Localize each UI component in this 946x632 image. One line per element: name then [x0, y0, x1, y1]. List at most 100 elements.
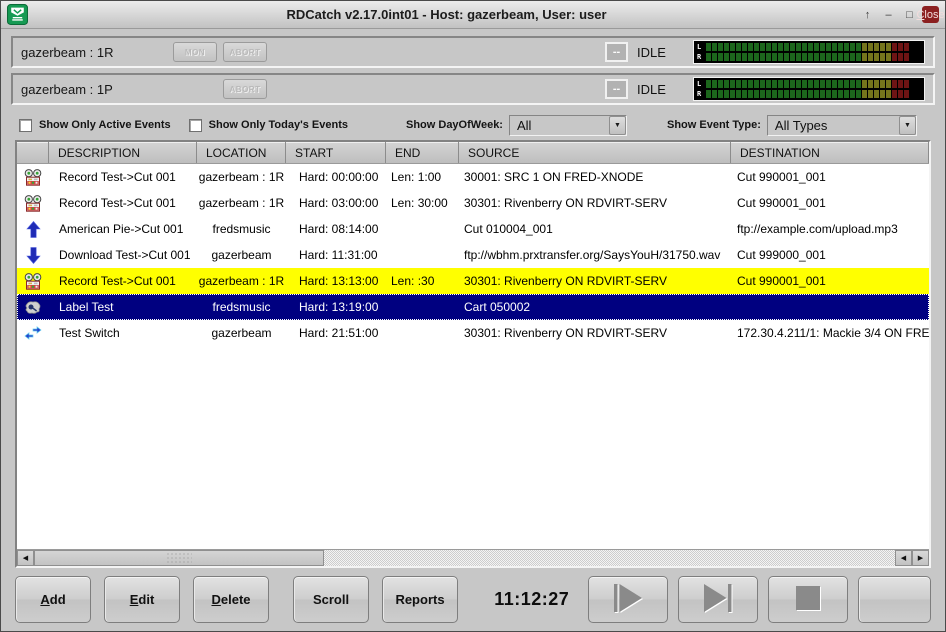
event-location-cell: gazerbeam : 1R	[197, 170, 286, 184]
event-start-cell: Hard: 13:19:00	[286, 300, 386, 314]
column-header-description[interactable]: DESCRIPTION	[49, 142, 197, 163]
meter-segment	[898, 80, 903, 88]
meter-segment	[730, 90, 735, 98]
shade-button[interactable]: ↑	[859, 6, 876, 23]
meter-segment	[856, 80, 861, 88]
deck-monitor-button[interactable]: MON	[173, 42, 217, 62]
meter-segment	[724, 43, 729, 51]
meter-segment	[784, 43, 789, 51]
meter-segment	[838, 80, 843, 88]
download-icon	[17, 247, 49, 264]
show-today-checkbox[interactable]	[189, 119, 202, 132]
horizontal-scrollbar[interactable]: ◀ ◀ ▶	[17, 549, 929, 566]
meter-segment	[754, 53, 759, 61]
event-list-header: DESCRIPTIONLOCATIONSTARTENDSOURCEDESTINA…	[17, 142, 929, 164]
meter-segment	[808, 53, 813, 61]
event-row[interactable]: Record Test->Cut 001gazerbeam : 1RHard: …	[17, 190, 929, 216]
maximize-icon: □	[906, 9, 913, 21]
shade-icon: ↑	[865, 9, 871, 21]
meter-segment	[736, 53, 741, 61]
dayofweek-select[interactable]: All ▼	[509, 115, 627, 136]
column-header-icon[interactable]	[17, 142, 49, 163]
meter-segment	[718, 90, 723, 98]
meter-segment	[850, 43, 855, 51]
event-type-select[interactable]: All Types ▼	[767, 115, 917, 136]
close-button[interactable]	[858, 576, 931, 623]
event-row[interactable]: American Pie->Cut 001fredsmusicHard: 08:…	[17, 216, 929, 242]
meter-segment	[736, 43, 741, 51]
scrollbar-thumb[interactable]	[34, 550, 324, 566]
event-end-cell: Len: 1:00	[386, 170, 459, 184]
meter-segment	[850, 90, 855, 98]
column-header-location[interactable]: LOCATION	[197, 142, 286, 163]
meter-segment	[838, 43, 843, 51]
scroll-left-button-2[interactable]: ◀	[895, 550, 912, 566]
chevron-down-icon[interactable]: ▼	[609, 116, 626, 135]
meter-segment	[826, 80, 831, 88]
meter-segment	[838, 90, 843, 98]
scrollbar-track[interactable]	[324, 550, 895, 566]
edit-button[interactable]: Edit	[104, 576, 180, 623]
column-header-start[interactable]: START	[286, 142, 386, 163]
event-source-cell: ftp://wbhm.prxtransfer.org/SaysYouH/3175…	[459, 248, 731, 262]
meter-segment	[802, 90, 807, 98]
show-active-label: Show Only Active Events	[39, 119, 171, 131]
skip-next-button[interactable]	[678, 576, 758, 623]
scroll-right-button[interactable]: ▶	[912, 550, 929, 566]
event-row[interactable]: Test SwitchgazerbeamHard: 21:51:0030301:…	[17, 320, 929, 346]
column-header-source[interactable]: SOURCE	[459, 142, 731, 163]
meter-segment	[778, 43, 783, 51]
event-row[interactable]: Record Test->Cut 001gazerbeam : 1RHard: …	[17, 268, 929, 294]
toolbar: Add Edit Delete Scroll Reports 11:12:27	[1, 568, 945, 631]
close-button[interactable]: Close	[922, 6, 939, 23]
event-description-cell: American Pie->Cut 001	[49, 222, 197, 236]
titlebar[interactable]: RDCatch v2.17.0int01 - Host: gazerbeam, …	[1, 1, 945, 29]
minimize-button[interactable]: –	[880, 6, 897, 23]
meter-segment	[754, 80, 759, 88]
event-start-cell: Hard: 13:13:00	[286, 274, 386, 288]
delete-button[interactable]: Delete	[193, 576, 269, 623]
event-destination-cell: Cut 999000_001	[731, 248, 929, 262]
event-list: DESCRIPTIONLOCATIONSTARTENDSOURCEDESTINA…	[15, 140, 931, 568]
meter-segment	[784, 80, 789, 88]
meter-segment	[856, 53, 861, 61]
event-row[interactable]: Download Test->Cut 001gazerbeamHard: 11:…	[17, 242, 929, 268]
meter-segment	[880, 80, 885, 88]
event-row[interactable]: Record Test->Cut 001gazerbeam : 1RHard: …	[17, 164, 929, 190]
event-source-cell: Cart 050002	[459, 300, 731, 314]
switch-icon	[17, 325, 49, 341]
dayofweek-label: Show DayOfWeek:	[406, 119, 503, 131]
meter-segment	[802, 53, 807, 61]
stop-button[interactable]	[768, 576, 848, 623]
meter-segment	[760, 90, 765, 98]
add-button[interactable]: Add	[15, 576, 91, 623]
meter-segment	[820, 90, 825, 98]
column-header-end[interactable]: END	[386, 142, 459, 163]
meter-segment	[790, 80, 795, 88]
scroll-left-button[interactable]: ◀	[17, 550, 34, 566]
meter-segment	[904, 80, 909, 88]
play-button[interactable]	[588, 576, 668, 623]
meter-segment	[892, 53, 897, 61]
reports-button[interactable]: Reports	[382, 576, 458, 623]
clock-display: 11:12:27	[485, 589, 578, 610]
rivendell-logo-icon	[7, 4, 28, 25]
deck-abort-button[interactable]: ABORT	[223, 79, 267, 99]
scroll-button[interactable]: Scroll	[293, 576, 369, 623]
meter-segment	[874, 53, 879, 61]
meter-segment	[862, 90, 867, 98]
window-title: RDCatch v2.17.0int01 - Host: gazerbeam, …	[34, 7, 859, 22]
meter-channel-label: L	[697, 80, 706, 88]
meter-segment	[712, 43, 717, 51]
event-type-value: All Types	[768, 118, 899, 133]
maximize-button[interactable]: □	[901, 6, 918, 23]
deck-abort-button[interactable]: ABORT	[223, 42, 267, 62]
meter-segment	[754, 43, 759, 51]
event-row[interactable]: Label TestfredsmusicHard: 13:19:00Cart 0…	[17, 294, 929, 320]
meter-segment	[838, 53, 843, 61]
deck-audio-meter-icon: LR	[693, 40, 925, 64]
show-active-checkbox[interactable]	[19, 119, 32, 132]
chevron-down-icon[interactable]: ▼	[899, 116, 916, 135]
column-header-destination[interactable]: DESTINATION	[731, 142, 929, 163]
meter-segment	[832, 90, 837, 98]
